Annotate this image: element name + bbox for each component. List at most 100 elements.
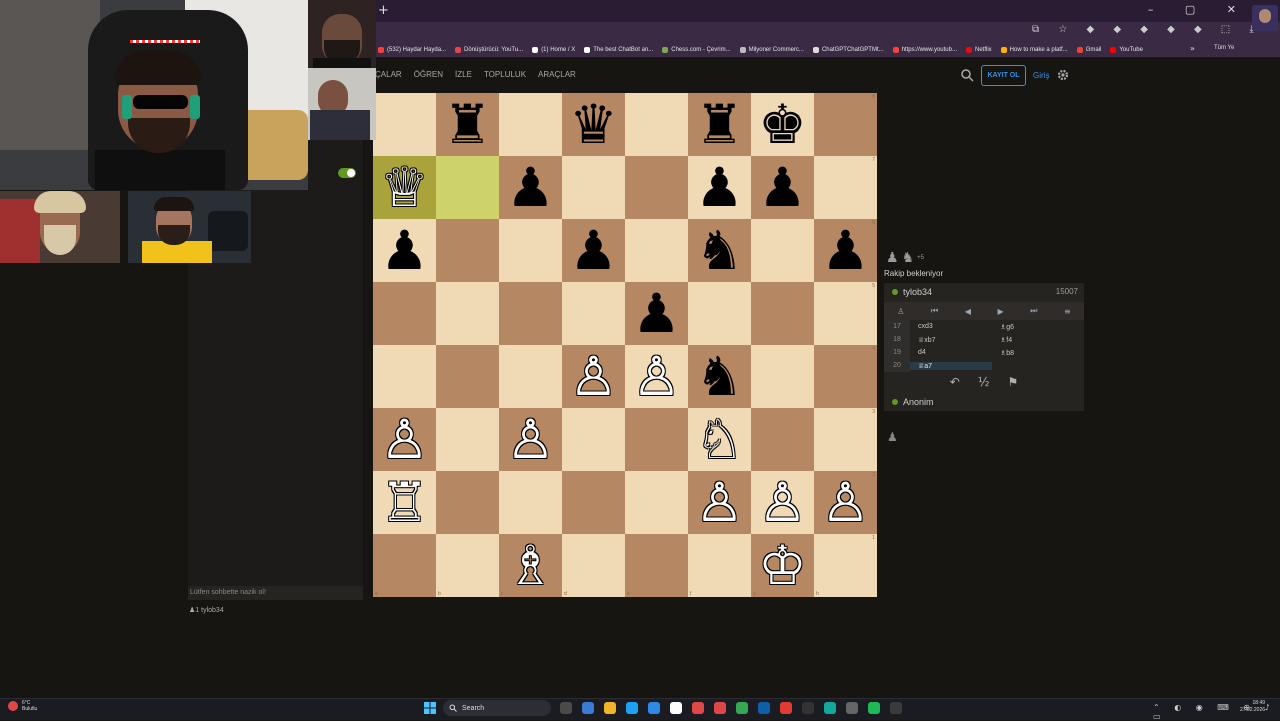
bottom-player-name[interactable]: Anonim <box>903 397 934 407</box>
square-h5[interactable]: 5 <box>814 282 877 345</box>
taskbar-app-icon[interactable] <box>604 702 616 714</box>
chess-piece[interactable]: ♙ <box>569 349 617 404</box>
square-d7[interactable] <box>562 156 625 219</box>
square-f2[interactable]: ♙ <box>688 471 751 534</box>
square-c8[interactable] <box>499 93 562 156</box>
square-f4[interactable]: ♞ <box>688 345 751 408</box>
square-a4[interactable] <box>373 345 436 408</box>
taskbar-app-icon[interactable] <box>824 702 836 714</box>
chess-piece[interactable]: ♚ <box>758 97 806 152</box>
square-e1[interactable]: e <box>625 534 688 597</box>
white-move[interactable]: cxd3 <box>910 323 992 330</box>
square-f8[interactable]: ♜ <box>688 93 751 156</box>
bookmark-item[interactable]: (1) Home / X <box>532 46 575 53</box>
taskbar-app-icon[interactable] <box>802 702 814 714</box>
square-f7[interactable]: ♟ <box>688 156 751 219</box>
white-move[interactable]: ♕xb7 <box>910 336 992 344</box>
window-controls[interactable]: – ▢ ✕ <box>1148 3 1250 16</box>
square-b1[interactable]: b <box>436 534 499 597</box>
taskbar-app-icon[interactable] <box>758 702 770 714</box>
chess-piece[interactable]: ♙ <box>758 475 806 530</box>
search-icon[interactable] <box>960 68 974 82</box>
system-clock[interactable]: 18:49 27.02.2026 <box>1240 700 1265 714</box>
login-link[interactable]: Giriş <box>1033 71 1049 80</box>
taskbar-app-icon[interactable] <box>780 702 792 714</box>
next-move-icon[interactable]: ▶ <box>998 307 1004 316</box>
square-e6[interactable] <box>625 219 688 282</box>
chess-piece[interactable]: ♜ <box>443 97 491 152</box>
chess-piece[interactable]: ♙ <box>380 412 428 467</box>
square-a2[interactable]: ♖ <box>373 471 436 534</box>
square-g8[interactable]: ♚ <box>751 93 814 156</box>
square-f6[interactable]: ♞ <box>688 219 751 282</box>
square-c5[interactable] <box>499 282 562 345</box>
chess-piece[interactable]: ♟ <box>821 223 869 278</box>
weather-widget[interactable]: 6°C Bulutlu <box>8 700 37 712</box>
taskbar-app-icon[interactable] <box>736 702 748 714</box>
black-move[interactable]: ♗g6 <box>992 323 1074 331</box>
taskbar-app-icon[interactable] <box>626 702 638 714</box>
chess-piece[interactable]: ♟ <box>758 160 806 215</box>
chess-piece[interactable]: ♕ <box>380 160 428 215</box>
square-e8[interactable] <box>625 93 688 156</box>
square-d8[interactable]: ♛ <box>562 93 625 156</box>
square-g3[interactable] <box>751 408 814 471</box>
square-b8[interactable]: ♜ <box>436 93 499 156</box>
taskbar-search[interactable]: Search <box>443 700 551 716</box>
square-h6[interactable]: ♟ 6 <box>814 219 877 282</box>
prev-move-icon[interactable]: ◀ <box>965 307 971 316</box>
chess-piece[interactable]: ♙ <box>632 349 680 404</box>
first-move-icon[interactable]: ⏮ <box>931 306 938 316</box>
square-d5[interactable] <box>562 282 625 345</box>
profile-avatar[interactable] <box>1252 5 1278 31</box>
analysis-icon[interactable]: ♙ <box>897 307 904 316</box>
square-e7[interactable] <box>625 156 688 219</box>
square-g4[interactable] <box>751 345 814 408</box>
square-f5[interactable] <box>688 282 751 345</box>
bookmark-item[interactable]: Netflix <box>965 46 992 53</box>
windows-start-icon[interactable] <box>424 702 436 714</box>
chess-piece[interactable]: ♟ <box>380 223 428 278</box>
square-c2[interactable] <box>499 471 562 534</box>
square-e4[interactable]: ♙ <box>625 345 688 408</box>
chess-piece[interactable]: ♟ <box>695 160 743 215</box>
gear-icon[interactable] <box>1057 69 1069 81</box>
square-b5[interactable] <box>436 282 499 345</box>
square-d6[interactable]: ♟ <box>562 219 625 282</box>
chat-input[interactable]: Lütfen sohbette nazik ol! <box>188 586 363 600</box>
bookmarks-more-button[interactable]: » <box>1190 44 1195 53</box>
taskbar-app-icon[interactable] <box>890 702 902 714</box>
square-a3[interactable]: ♙ <box>373 408 436 471</box>
square-g6[interactable] <box>751 219 814 282</box>
chess-piece[interactable]: ♜ <box>695 97 743 152</box>
chess-piece[interactable]: ♟ <box>569 223 617 278</box>
chat-toggle[interactable] <box>338 168 356 178</box>
square-a7[interactable]: ♕ <box>373 156 436 219</box>
square-f3[interactable]: ♘ <box>688 408 751 471</box>
last-move-icon[interactable]: ⏭ <box>1030 306 1037 316</box>
bookmark-item[interactable]: https://www.youtub... <box>892 46 957 53</box>
chess-piece[interactable]: ♞ <box>695 349 743 404</box>
nav-item[interactable]: ÇALAR <box>375 70 402 79</box>
square-a6[interactable]: ♟ <box>373 219 436 282</box>
signup-button[interactable]: KAYIT OL <box>981 65 1026 86</box>
nav-item[interactable]: İZLE <box>455 70 472 79</box>
taskbar-app-icon[interactable] <box>846 702 858 714</box>
square-f1[interactable]: f <box>688 534 751 597</box>
square-e3[interactable] <box>625 408 688 471</box>
top-player[interactable]: tylob34 15007 <box>884 283 1084 301</box>
square-b4[interactable] <box>436 345 499 408</box>
menu-icon[interactable]: ≡ <box>1064 307 1071 316</box>
white-move[interactable]: ♕a7 <box>910 361 992 370</box>
chess-piece[interactable]: ♙ <box>821 475 869 530</box>
taskbar-app-icon[interactable] <box>670 702 682 714</box>
square-c1[interactable]: ♗ c <box>499 534 562 597</box>
bookmark-item[interactable]: Gmail <box>1076 46 1101 53</box>
browser-toolbar-icons[interactable]: ⧉ ☆ ◆ ◆ ◆ ◆ ◆ ⬚ ⤓ <box>1032 24 1262 35</box>
chess-piece[interactable]: ♟ <box>506 160 554 215</box>
bookmark-item[interactable]: YouTube <box>1110 46 1143 53</box>
draw-offer-icon[interactable]: ½ <box>978 375 990 389</box>
chess-piece[interactable]: ♙ <box>695 475 743 530</box>
chess-board[interactable]: ♜ ♛ ♜ ♚ 8 ♕ ♟ ♟ ♟ 7 ♟ ♟ ♞ ♟ 6 ♟ 5 ♙ ♙ ♞ 4 ♙ ♙ ♘ 3 ♖ ♙ ♙ ♙ 2 a b ♗ c d e f ♔ g 1… <box>373 93 877 597</box>
taskbar-app-icon[interactable] <box>692 702 704 714</box>
